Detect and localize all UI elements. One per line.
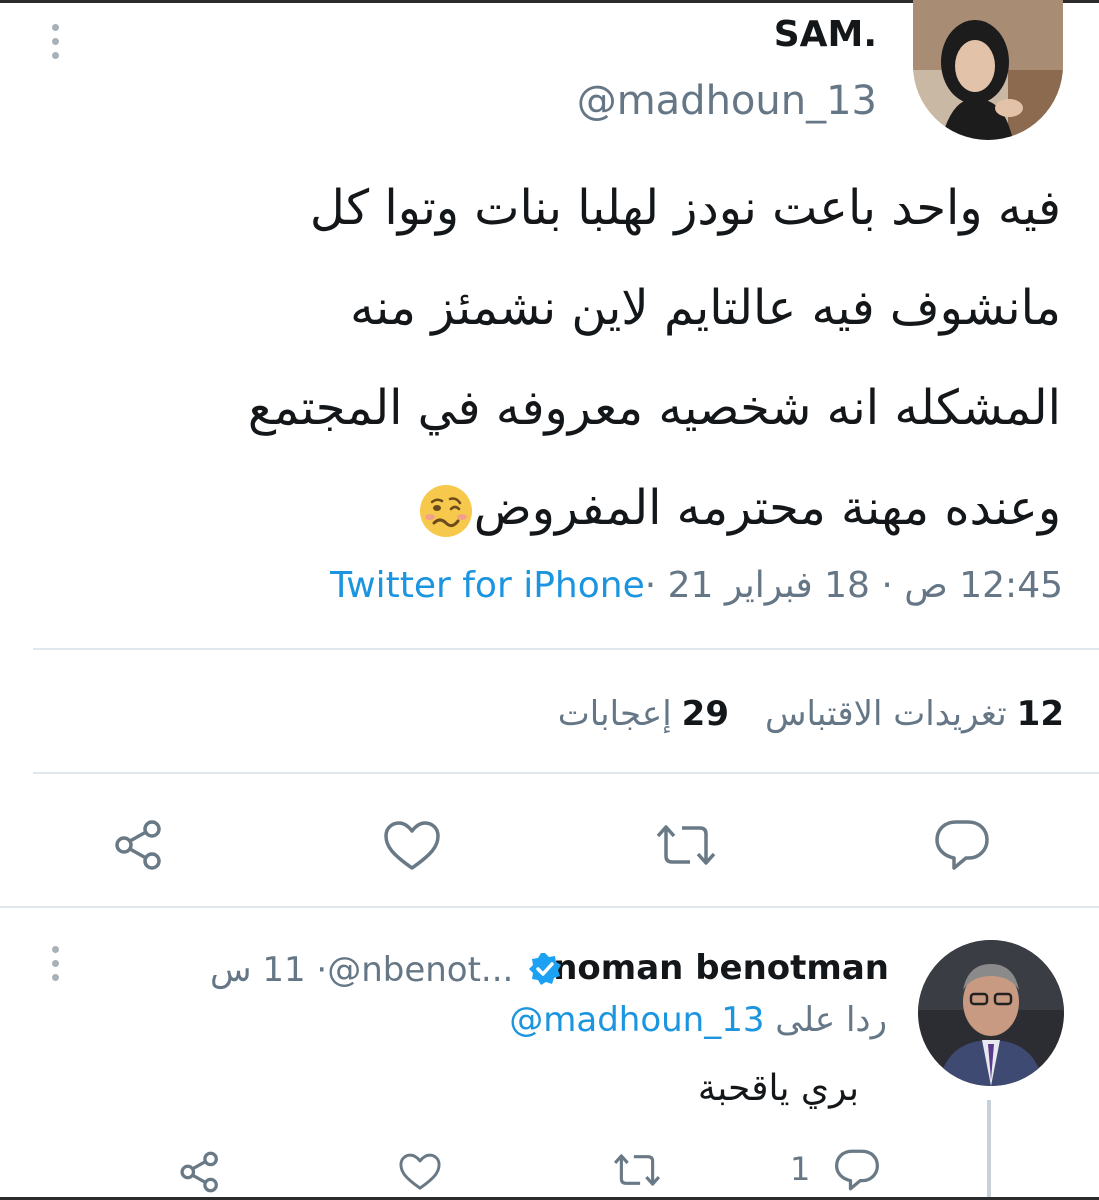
tweet-meta: Twitter for iPhone12:45 ص · 18 فبراير 21… [330,565,1063,606]
share-button[interactable] [112,818,166,872]
reply-author-name[interactable]: noman benotman [553,948,889,988]
retweet-icon [613,1154,661,1186]
avatar-noman[interactable] [918,940,1064,1086]
reply-more-options-icon[interactable] [52,946,60,981]
reply-author-handle[interactable]: @nbenot... [327,950,513,990]
like-icon [384,821,440,870]
likes-count: 29 [681,694,729,734]
reply-like-button[interactable] [398,1152,442,1192]
reply-reply-button[interactable] [834,1148,880,1192]
share-icon [180,1151,218,1193]
author-handle[interactable]: @madhoun_13 [577,78,877,124]
like-button[interactable] [382,820,442,872]
replying-to-label: ردا على [775,1000,887,1040]
reply-retweet-button[interactable] [612,1152,662,1188]
reply-icon [835,1149,880,1191]
replying-to-mention[interactable]: @madhoun_13 [509,1000,764,1040]
quote-tweets-count: 12 [1016,694,1064,734]
more-options-icon[interactable] [52,24,60,59]
like-icon [399,1153,441,1190]
quote-tweets-label: تغريدات الاقتباس [765,694,1007,734]
divider [33,648,1099,650]
verified-icon [529,953,561,985]
woozy-face-emoji-icon [419,485,472,537]
reply-button[interactable] [934,818,990,872]
reply-time: · 11 س [210,950,328,990]
divider [0,906,1099,908]
quote-tweets-stat[interactable]: 12تغريدات الاقتباس [765,694,1064,734]
reply-share-button[interactable] [178,1150,222,1194]
retweet-icon [656,825,716,865]
avatar-sam[interactable] [913,0,1063,140]
likes-label: إعجابات [557,694,672,734]
reply-icon [935,820,989,870]
replying-to: ردا على @madhoun_13 [509,1000,887,1040]
retweet-button[interactable] [654,822,718,868]
reply-handle-time: · 11 س@nbenot... [210,950,513,990]
tweet-timestamp[interactable]: 12:45 ص · 18 فبراير 21 · [645,565,1063,606]
author-name[interactable]: SAM. [774,14,877,55]
share-icon [115,820,161,870]
tweet-line-2: مانشوف فيه عالتايم لاين نشمئز منه [350,280,1061,336]
tweet-line-3: المشكله انه شخصيه معروفه في المجتمع [247,380,1061,436]
divider [33,772,1099,774]
tweet-source-link[interactable]: Twitter for iPhone [330,565,645,606]
reply-body: بري ياقحبة [697,1068,859,1109]
tweet-body: فيه واحد باعت نودز لهلبا بنات وتوا كل ما… [61,158,1061,558]
thread-connector [987,1100,991,1200]
tweet-line-4: وعنده مهنة محترمه المفروض [473,480,1061,536]
likes-stat[interactable]: 29إعجابات [558,694,729,734]
reply-count: 1 [790,1150,811,1188]
tweet-stats: 12تغريدات الاقتباس 29إعجابات [558,694,1064,734]
tweet-line-1: فيه واحد باعت نودز لهلبا بنات وتوا كل [309,180,1061,236]
